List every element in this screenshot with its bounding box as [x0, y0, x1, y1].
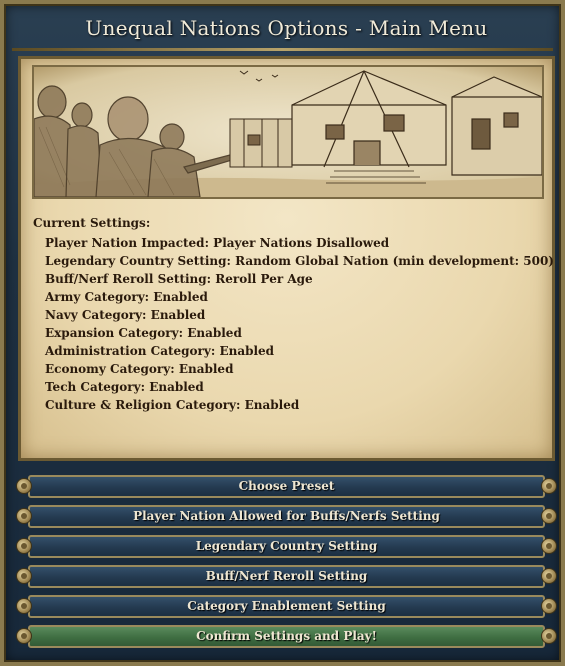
- ornament-knob-icon: [16, 538, 32, 554]
- legendary-country-setting-button[interactable]: Legendary Country Setting: [16, 535, 557, 558]
- setting-army: Army Category: Enabled: [45, 290, 208, 304]
- settings-panel: Current Settings: Player Nation Impacted…: [18, 56, 555, 461]
- button-label: Buff/Nerf Reroll Setting: [205, 569, 368, 583]
- title-divider: [12, 48, 553, 51]
- ornament-knob-icon: [541, 478, 557, 494]
- ornament-knob-icon: [16, 628, 32, 644]
- setting-culture-religion: Culture & Religion Category: Enabled: [45, 398, 300, 412]
- village-sketch-illustration: [32, 65, 544, 199]
- ornament-knob-icon: [16, 568, 32, 584]
- setting-tech: Tech Category: Enabled: [45, 380, 204, 394]
- setting-navy: Navy Category: Enabled: [45, 308, 206, 322]
- ornament-knob-icon: [16, 478, 32, 494]
- current-settings-heading: Current Settings:: [33, 216, 151, 230]
- ornament-knob-icon: [541, 598, 557, 614]
- reroll-setting-button[interactable]: Buff/Nerf Reroll Setting: [16, 565, 557, 588]
- window-title: Unequal Nations Options - Main Menu: [85, 16, 488, 40]
- ornament-knob-icon: [541, 568, 557, 584]
- button-label: Category Enablement Setting: [187, 599, 386, 613]
- setting-administration: Administration Category: Enabled: [45, 344, 275, 358]
- setting-legendary-country: Legendary Country Setting: Random Global…: [45, 254, 554, 268]
- current-settings-list: Player Nation Impacted: Player Nations D…: [45, 234, 554, 414]
- ornament-knob-icon: [16, 508, 32, 524]
- setting-player-nation: Player Nation Impacted: Player Nations D…: [45, 236, 390, 250]
- options-window: Unequal Nations Options - Main Menu Curr…: [0, 0, 565, 666]
- setting-expansion: Expansion Category: Enabled: [45, 326, 242, 340]
- button-label: Player Nation Allowed for Buffs/Nerfs Se…: [133, 509, 440, 523]
- setting-economy: Economy Category: Enabled: [45, 362, 234, 376]
- button-label: Choose Preset: [238, 479, 335, 493]
- ornament-knob-icon: [541, 508, 557, 524]
- player-nation-setting-button[interactable]: Player Nation Allowed for Buffs/Nerfs Se…: [16, 505, 557, 528]
- setting-reroll: Buff/Nerf Reroll Setting: Reroll Per Age: [45, 272, 313, 286]
- button-label: Confirm Settings and Play!: [196, 629, 377, 643]
- ornament-knob-icon: [16, 598, 32, 614]
- ornament-knob-icon: [541, 628, 557, 644]
- button-label: Legendary Country Setting: [195, 539, 378, 553]
- choose-preset-button[interactable]: Choose Preset: [16, 475, 557, 498]
- category-enablement-button[interactable]: Category Enablement Setting: [16, 595, 557, 618]
- confirm-and-play-button[interactable]: Confirm Settings and Play!: [16, 625, 557, 648]
- ornament-knob-icon: [541, 538, 557, 554]
